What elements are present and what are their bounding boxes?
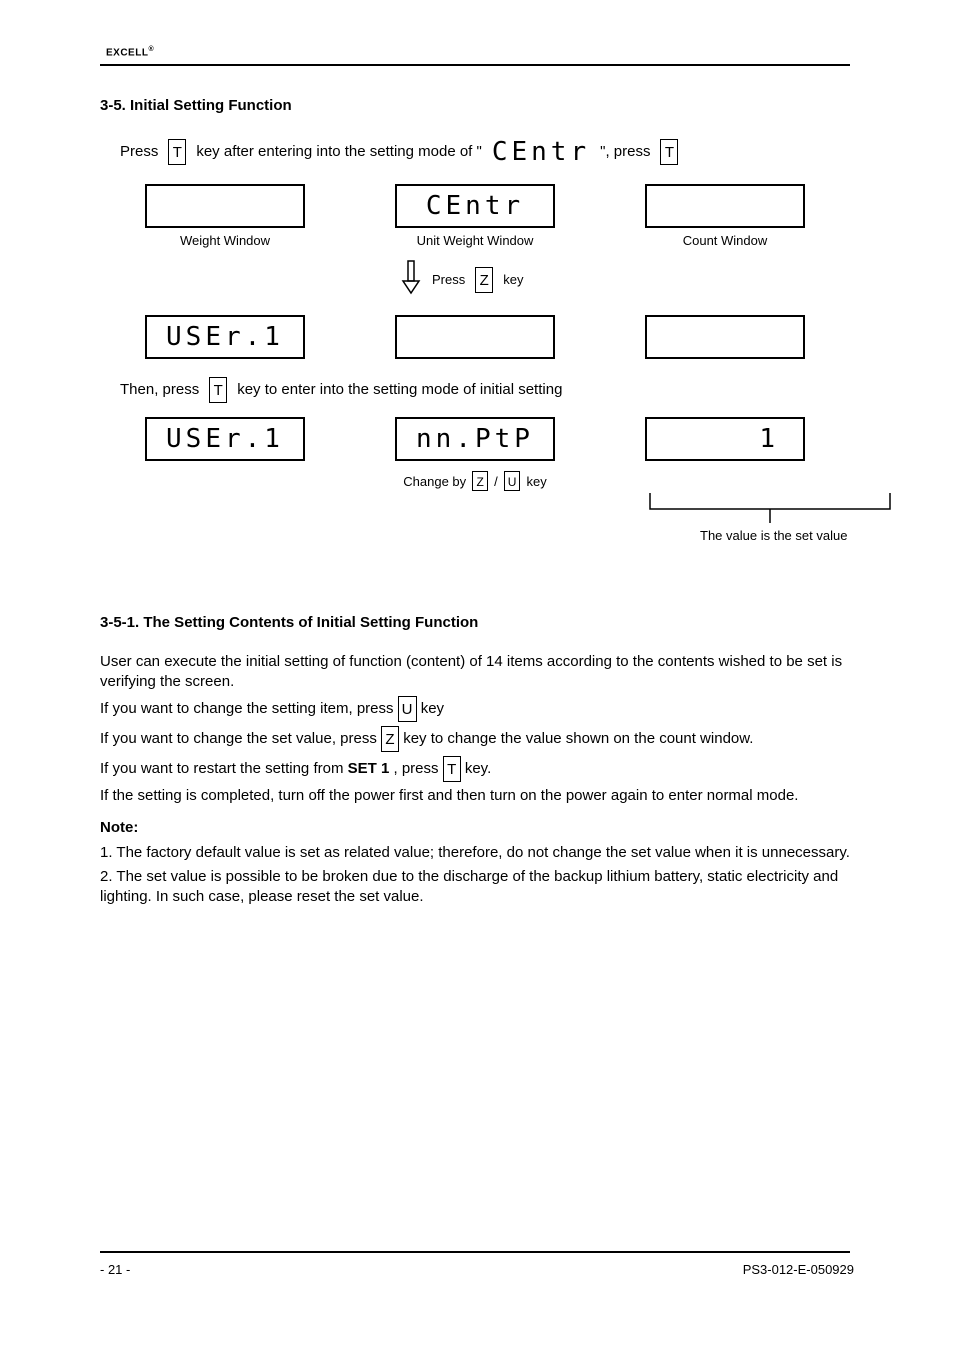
display-row-3: USEr.1 nn.PtP Change by Z / U key 1 [120,417,854,491]
change-by-zu: Change by Z / U key [403,471,546,491]
note-heading: Note: [100,818,854,838]
instruction-line-2: Then, press T key to enter into the sett… [120,377,854,403]
unit-weight-window-label: Unit Weight Window [417,232,534,250]
text: Change by [403,473,466,491]
text: key. [465,760,491,777]
section-3-5-1-heading: 3-5-1. The Setting Contents of Initial S… [100,613,854,633]
display-row-2: USEr.1 [120,315,854,359]
key-Z-small: Z [472,471,488,491]
text: key [421,700,444,717]
section-3-5-1: 3-5-1. The Setting Contents of Initial S… [100,613,854,907]
count-window-label: Count Window [683,232,768,250]
para-5: If the setting is completed, turn off th… [100,786,854,806]
text: key to enter into the setting mode of in… [237,380,562,400]
note-2: 2. The set value is possible to be broke… [100,867,854,908]
doc-code: PS3-012-E-050929 [743,1261,854,1279]
text: , press [393,760,442,777]
section-3-5-heading: 3-5. Initial Setting Function [100,96,854,116]
page-number: - 21 - [100,1261,130,1279]
note-1: 1. The factory default value is set as r… [100,843,854,863]
segment-1: 1 [645,417,805,461]
text: ", press [600,142,650,162]
arrow-down-icon [400,259,422,301]
blank-box [645,315,805,359]
display-row-1: Weight Window CEntr Unit Weight Window C… [120,184,854,250]
text: key to change the value shown on the cou… [403,730,753,747]
key-T: T [443,756,461,782]
unit-weight-window-box: CEntr [395,184,555,228]
text: key after entering into the setting mode… [196,142,482,162]
text: If you want to restart the setting from [100,760,348,777]
key-T: T [660,139,678,165]
segment-nnPtP: nn.PtP [395,417,555,461]
key-U: U [398,696,417,722]
text: If you want to change the set value, pre… [100,730,381,747]
text: If you want to change the setting item, … [100,700,398,717]
para-3: If you want to change the set value, pre… [100,726,854,752]
key-T: T [209,377,227,403]
bracket-note-text: The value is the set value [700,527,847,545]
text: / [494,473,498,491]
arrow-z-row: Press Z key [400,259,854,301]
para-4: If you want to restart the setting from … [100,756,854,782]
weight-window-box [145,184,305,228]
para-1: User can execute the initial setting of … [100,652,854,693]
key-Z: Z [475,267,493,293]
key-T: T [168,139,186,165]
text: Then, press [120,380,199,400]
count-window-box [645,184,805,228]
page-header: EXCELL® [100,40,854,60]
page-footer: - 21 - PS3-012-E-050929 [100,1261,854,1279]
header-divider [100,64,850,66]
key-U-small: U [504,471,521,491]
segment-inline-CEntr: CEntr [492,135,590,170]
text: Press [120,142,158,162]
segment-USEr1: USEr.1 [145,315,305,359]
text: key [526,473,546,491]
text: key [503,271,523,289]
text: Press [432,271,465,289]
instruction-line-1: Press T key after entering into the sett… [120,135,854,170]
segment-USEr1: USEr.1 [145,417,305,461]
para-2: If you want to change the setting item, … [100,696,854,722]
set1-label: SET 1 [348,760,390,777]
bracket-annotation: The value is the set value [640,483,900,523]
key-Z: Z [381,726,399,752]
logo-text: EXCELL® [106,45,154,60]
footer-divider [100,1251,850,1253]
weight-window-label: Weight Window [180,232,270,250]
blank-box [395,315,555,359]
